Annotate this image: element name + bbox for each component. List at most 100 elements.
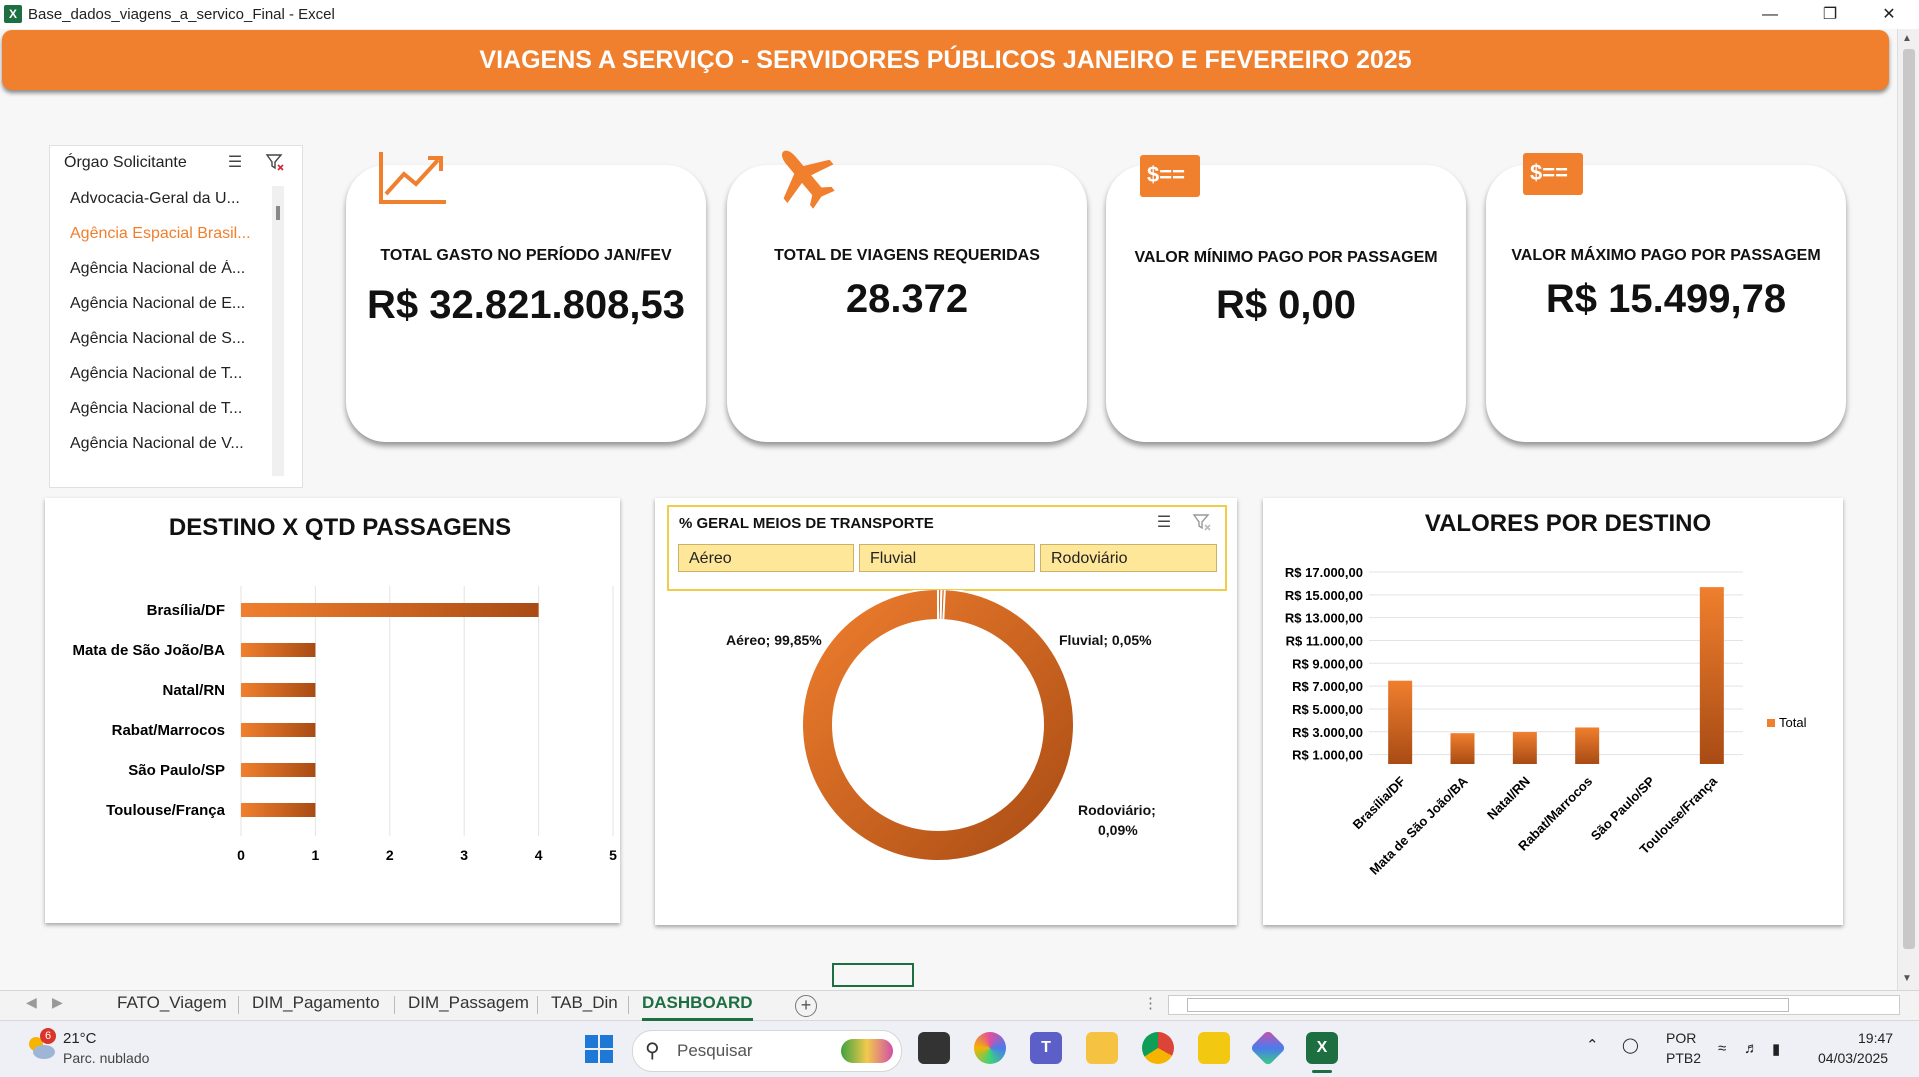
hscroll-grip-icon: ⋮ (1143, 995, 1158, 1012)
category-label: Mata de São João/BA (72, 642, 225, 659)
category-label: Brasília/DF (147, 602, 225, 619)
bar (1699, 587, 1724, 764)
slicer-item[interactable]: Agência Nacional de E... (70, 295, 250, 313)
chevron-up-icon[interactable]: ⌃ (1586, 1036, 1599, 1054)
slice-label-aereo: Aéreo; 99,85% (726, 632, 822, 648)
orgao-slicer[interactable]: Órgao Solicitante ☰ Advocacia-Geral da U… (49, 145, 303, 488)
weather-icon[interactable]: 6 (24, 1028, 56, 1060)
kpi-label: VALOR MÍNIMO PAGO POR PASSAGEM (1134, 249, 1438, 266)
copilot-icon[interactable] (974, 1032, 1006, 1064)
category-label: Brasília/DF (1350, 773, 1409, 832)
chrome-icon[interactable] (1142, 1032, 1174, 1064)
tab-separator (628, 996, 629, 1014)
kpi-value: R$ 15.499,78 (1545, 277, 1787, 321)
bar (241, 803, 316, 817)
excel-taskbar-icon[interactable]: X (1306, 1032, 1338, 1064)
sheet-tab[interactable]: DIM_Passagem (408, 990, 529, 1018)
y-tick-label: R$ 15.000,00 (1285, 588, 1363, 603)
bar (241, 723, 316, 737)
dashboard-banner: VIAGENS A SERVIÇO - SERVIDORES PÚBLICOS … (2, 30, 1889, 90)
slice-label-rodoviario: Rodoviário; (1078, 802, 1156, 818)
slicer-item[interactable]: Agência Nacional de S... (70, 330, 250, 348)
scroll-thumb[interactable] (1903, 49, 1915, 949)
lang-line1[interactable]: POR (1666, 1030, 1696, 1046)
y-tick-label: R$ 3.000,00 (1292, 725, 1363, 740)
category-label: São Paulo/SP (128, 762, 225, 779)
network-off-icon[interactable]: ◯ (1622, 1036, 1639, 1054)
kpi-label: VALOR MÁXIMO PAGO POR PASSAGEM (1511, 247, 1821, 264)
windows-start-icon[interactable] (584, 1034, 614, 1064)
clock-date[interactable]: 04/03/2025 (1818, 1050, 1888, 1066)
scroll-up-icon[interactable]: ▲ (1902, 33, 1912, 44)
money-icon: $== (1523, 153, 1583, 195)
slicer-item[interactable]: Agência Nacional de T... (70, 365, 250, 383)
x-tick-label: 1 (312, 847, 320, 863)
sheet-tab[interactable]: TAB_Din (551, 990, 618, 1018)
kpi-card-max-fare: VALOR MÁXIMO PAGO POR PASSAGEM R$ 15.499… (1486, 165, 1846, 442)
filter-chip-rodoviario[interactable]: Rodoviário (1040, 544, 1217, 572)
filter-chip-fluvial[interactable]: Fluvial (859, 544, 1035, 572)
vbar-chart-svg: R$ 17.000,00 R$ 15.000,00 R$ 13.000,00 R$ 1… (1285, 565, 1807, 878)
bar (241, 763, 316, 777)
hscroll-thumb[interactable] (1187, 998, 1789, 1012)
airplane-icon (768, 140, 840, 217)
vertical-scrollbar[interactable]: ▲ ▼ (1897, 29, 1919, 990)
weather-temp: 21°C (63, 1030, 97, 1047)
battery-icon[interactable]: ▮ (1772, 1040, 1780, 1058)
slicer-item[interactable]: Advocacia-Geral da U... (70, 190, 250, 208)
x-tick-label: 4 (535, 847, 543, 863)
horizontal-scrollbar[interactable] (1168, 995, 1900, 1015)
slicer-item[interactable]: Agência Espacial Brasil... (70, 225, 250, 243)
donut-slice (801, 590, 1075, 862)
power-bi-icon[interactable] (1198, 1032, 1230, 1064)
kpi-value: R$ 0,00 (1215, 283, 1357, 327)
slicer-item[interactable]: Agência Nacional de Á... (70, 260, 250, 278)
teams-icon[interactable]: T (1030, 1032, 1062, 1064)
y-tick-label: R$ 11.000,00 (1286, 633, 1363, 648)
restore-button[interactable]: ❐ (1807, 2, 1853, 28)
clock-time[interactable]: 19:47 (1858, 1030, 1893, 1046)
wifi-icon[interactable]: ≈ (1718, 1040, 1726, 1057)
y-tick-label: R$ 13.000,00 (1285, 611, 1363, 626)
title-bar: X Base_dados_viagens_a_servico_Final - E… (0, 0, 1919, 30)
sheet-tab[interactable]: FATO_Viagem (117, 990, 227, 1018)
taskbar-search[interactable]: ⚲ Pesquisar (632, 1030, 902, 1072)
tab-separator (394, 996, 395, 1014)
multiselect-icon[interactable]: ☰ (224, 152, 246, 174)
next-sheet-icon[interactable]: ▶ (52, 994, 63, 1011)
volume-icon[interactable]: ♬ (1744, 1040, 1759, 1057)
category-label: Rabat/Marrocos (112, 722, 225, 739)
minimize-button[interactable]: — (1747, 2, 1793, 28)
selected-cell[interactable] (832, 963, 914, 987)
window-title: Base_dados_viagens_a_servico_Final - Exc… (28, 6, 335, 23)
slicer-item[interactable]: Agência Nacional de V... (70, 435, 250, 453)
x-tick-label: 2 (386, 847, 394, 863)
bar (1450, 733, 1475, 764)
clear-filter-icon[interactable] (264, 152, 286, 174)
slicer-scrollbar[interactable] (272, 186, 284, 476)
task-view-icon[interactable] (918, 1032, 950, 1064)
excel-logo-icon: X (4, 5, 22, 23)
scroll-down-icon[interactable]: ▼ (1902, 973, 1912, 984)
prev-sheet-icon[interactable]: ◀ (26, 994, 37, 1011)
filter-chip-aereo[interactable]: Aéreo (678, 544, 854, 572)
lang-line2[interactable]: PTB2 (1666, 1050, 1701, 1066)
kpi-label: TOTAL DE VIAGENS REQUERIDAS (774, 247, 1040, 264)
close-button[interactable]: ✕ (1866, 2, 1912, 28)
tab-separator (238, 996, 239, 1014)
slicer-item[interactable]: Agência Nacional de T... (70, 400, 250, 418)
multiselect-icon[interactable]: ☰ (1153, 512, 1175, 534)
slicer-scroll-thumb[interactable] (276, 206, 280, 220)
slicer-header: Órgao Solicitante (64, 154, 187, 171)
sheet-tab[interactable]: DASHBOARD (642, 990, 753, 1021)
trend-up-icon (378, 148, 448, 211)
tab-separator (537, 996, 538, 1014)
file-explorer-icon[interactable] (1086, 1032, 1118, 1064)
y-tick-label: R$ 7.000,00 (1292, 679, 1363, 694)
clear-filter-icon[interactable] (1191, 512, 1213, 534)
category-label: Natal/RN (1484, 774, 1533, 823)
kpi-value: 28.372 (845, 277, 969, 321)
search-icon: ⚲ (645, 1040, 660, 1062)
add-sheet-icon[interactable]: + (795, 995, 817, 1017)
sheet-tab[interactable]: DIM_Pagamento (252, 990, 380, 1018)
